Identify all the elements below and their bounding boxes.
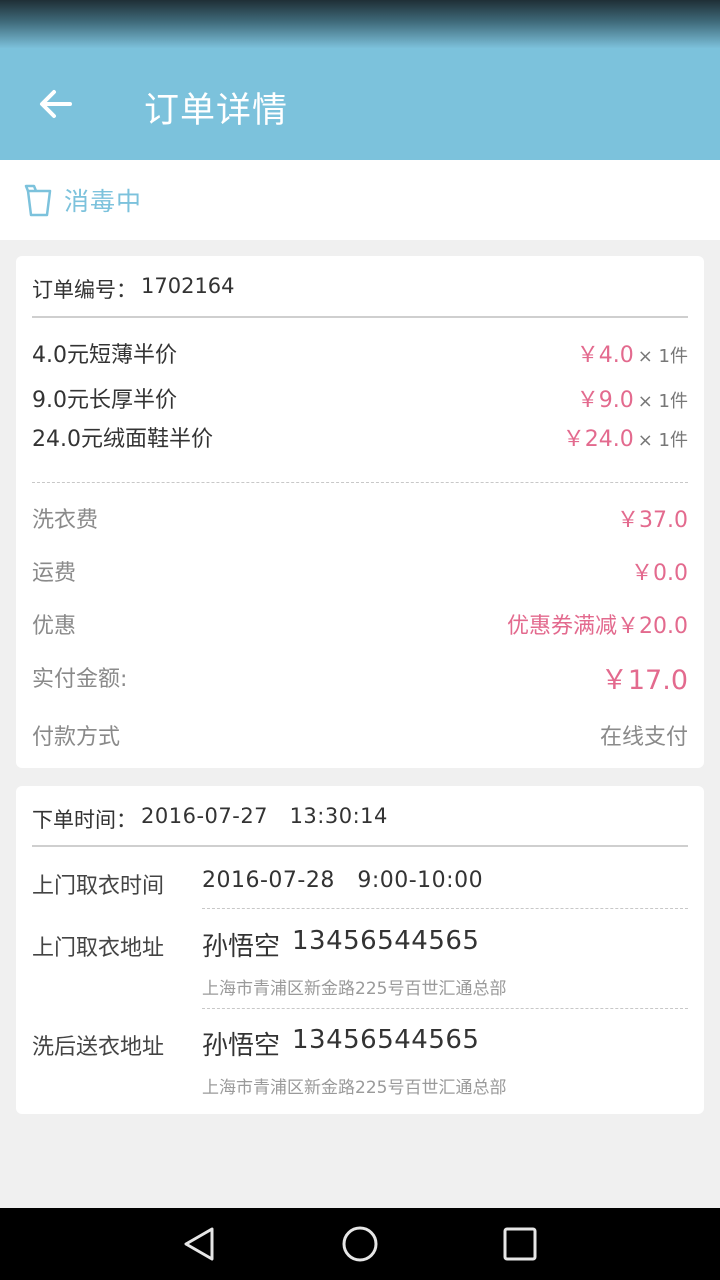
- divider: [32, 316, 688, 318]
- shipping-fee-value: ￥0.0: [631, 561, 688, 586]
- order-time: 下单时间： 2016-07-27 13:30:14: [32, 804, 388, 834]
- item-qty: × 1件: [637, 346, 688, 367]
- discount-row: 优惠 优惠券满减￥20.0: [32, 606, 688, 642]
- payment-method-value: 在线支付: [599, 725, 688, 750]
- item-name: 4.0元短薄半价: [32, 343, 177, 368]
- back-button[interactable]: [30, 78, 82, 130]
- discount-value: 优惠券满减￥20.0: [507, 614, 688, 639]
- delivery-name: 孙悟空: [202, 1031, 281, 1061]
- status-text: 消毒中: [64, 187, 143, 216]
- paid-amount-row: 实付金额: ￥17.0: [32, 659, 688, 696]
- square-recent-icon[interactable]: [500, 1224, 540, 1264]
- delivery-address-label: 洗后送衣地址: [32, 1035, 165, 1060]
- delivery-phone: 13456544565: [292, 1025, 480, 1055]
- payment-method-label: 付款方式: [32, 725, 121, 750]
- order-number-label: 订单编号：: [32, 278, 137, 302]
- order-item: 4.0元短薄半价 ￥4.0 × 1件: [32, 336, 688, 370]
- order-item: 9.0元长厚半价 ￥9.0 × 1件: [32, 381, 688, 415]
- system-nav-bar: [0, 1208, 720, 1280]
- item-price: ￥9.0: [576, 388, 634, 413]
- payment-method-row: 付款方式 在线支付: [32, 717, 688, 753]
- divider: [32, 482, 688, 483]
- schedule-card: 下单时间： 2016-07-27 13:30:14 上门取衣时间 2016-07…: [16, 786, 704, 1114]
- pickup-time-value: 2016-07-28 9:00-10:00: [202, 868, 484, 893]
- status-bar: [0, 0, 720, 48]
- item-price: ￥4.0: [576, 343, 634, 368]
- item-name: 9.0元长厚半价: [32, 388, 177, 413]
- item-name: 24.0元绒面鞋半价: [32, 427, 213, 452]
- wash-fee-label: 洗衣费: [32, 508, 99, 533]
- divider: [32, 845, 688, 847]
- triangle-back-icon[interactable]: [180, 1224, 220, 1264]
- order-item: 24.0元绒面鞋半价 ￥24.0 × 1件: [32, 420, 688, 454]
- divider: [202, 908, 688, 909]
- wash-fee-value: ￥37.0: [617, 508, 688, 533]
- item-qty: × 1件: [637, 391, 688, 412]
- delivery-contact: 孙悟空 13456544565: [202, 1025, 479, 1062]
- delivery-address: 上海市青浦区新金路225号百世汇通总部: [202, 1078, 507, 1098]
- divider: [202, 1008, 688, 1009]
- app-bar: 订单详情: [0, 48, 720, 160]
- pickup-address-label: 上门取衣地址: [32, 936, 165, 961]
- pickup-name: 孙悟空: [202, 932, 281, 962]
- order-status-strip: 消毒中: [0, 160, 720, 240]
- wash-fee-row: 洗衣费 ￥37.0: [32, 500, 688, 536]
- pickup-contact: 孙悟空 13456544565: [202, 926, 479, 963]
- order-time-value: 2016-07-27 13:30:14: [141, 804, 388, 828]
- circle-home-icon[interactable]: [340, 1224, 380, 1264]
- shipping-fee-row: 运费 ￥0.0: [32, 553, 688, 589]
- discount-label: 优惠: [32, 614, 77, 639]
- arrow-left-icon: [40, 90, 72, 118]
- paid-amount-label: 实付金额:: [32, 667, 128, 692]
- pickup-time-label: 上门取衣时间: [32, 874, 165, 899]
- pickup-phone: 13456544565: [292, 926, 480, 956]
- item-qty: × 1件: [637, 430, 688, 451]
- order-time-label: 下单时间：: [32, 808, 137, 832]
- shipping-fee-label: 运费: [32, 561, 77, 586]
- pickup-address: 上海市青浦区新金路225号百世汇通总部: [202, 979, 507, 999]
- order-card: 订单编号： 1702164 4.0元短薄半价 ￥4.0 × 1件 9.0元长厚半…: [16, 256, 704, 768]
- item-price: ￥24.0: [562, 427, 634, 452]
- cup-icon: [24, 184, 52, 217]
- paid-amount-value: ￥17.0: [600, 664, 688, 696]
- order-number: 订单编号： 1702164: [32, 274, 235, 304]
- order-number-value: 1702164: [141, 274, 235, 298]
- page-title: 订单详情: [144, 91, 289, 131]
